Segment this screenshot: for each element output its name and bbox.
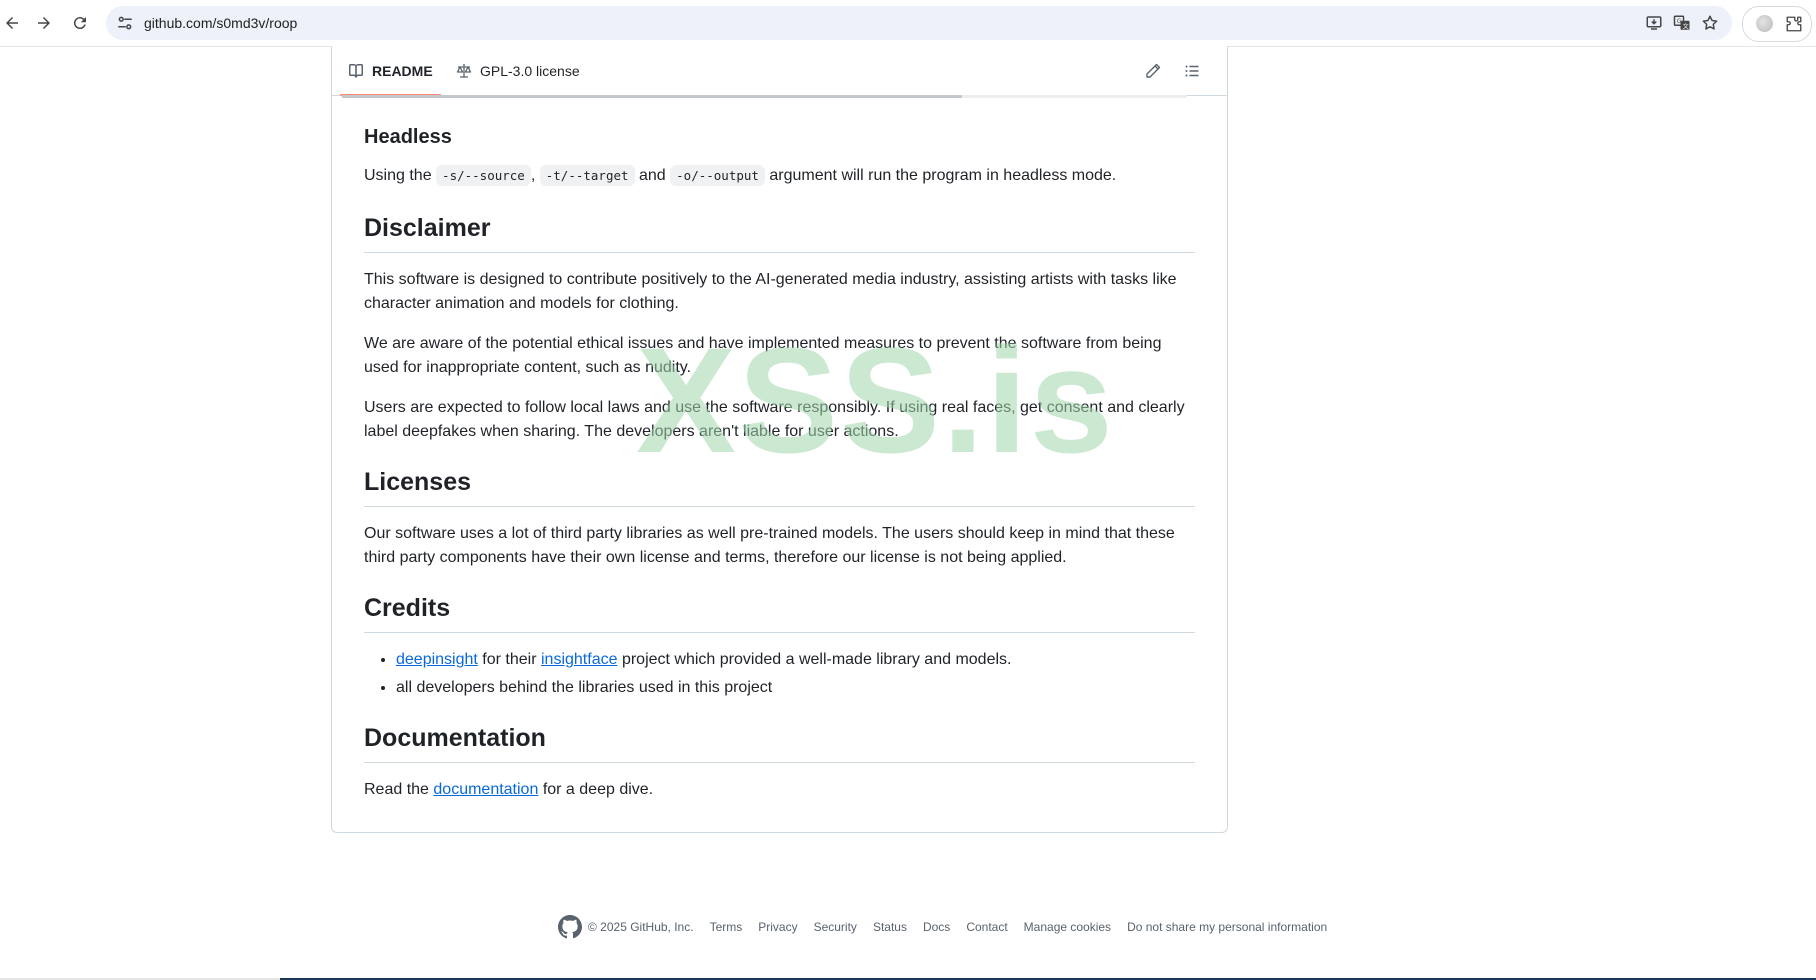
svg-text:G: G — [1677, 18, 1682, 25]
book-icon — [349, 63, 363, 77]
documentation-suffix: for a deep dive. — [542, 781, 654, 798]
tab-license-label: GPL-3.0 license — [480, 62, 580, 79]
footer-link-manage-cookies[interactable]: Manage cookies — [1024, 920, 1111, 934]
footer-link-security[interactable]: Security — [814, 920, 857, 934]
arrow-left-icon — [6, 17, 18, 29]
heading-documentation: Documentation — [364, 724, 1195, 763]
headless-and: and — [639, 167, 666, 184]
law-scale-icon — [456, 63, 472, 78]
headless-text-suffix: argument will run the program in headles… — [769, 167, 1117, 184]
tab-readme[interactable]: README — [340, 46, 441, 96]
address-bar[interactable]: github.com/s0md3v/roop G文 — [106, 6, 1732, 40]
headless-text-prefix: Using the — [364, 167, 432, 184]
list-unordered-icon — [1185, 65, 1199, 77]
code-target-arg: -t/--target — [539, 165, 635, 186]
insightface-link[interactable]: insightface — [541, 651, 618, 668]
readme-panel: README GPL-3.0 license Headless Using th… — [331, 46, 1228, 833]
heading-disclaimer: Disclaimer — [364, 214, 1195, 253]
footer-link-status[interactable]: Status — [873, 920, 907, 934]
footer-link-privacy[interactable]: Privacy — [758, 920, 797, 934]
credits-list: deepinsight for their insightface projec… — [364, 648, 1227, 704]
reload-icon — [73, 17, 86, 30]
disclaimer-paragraph-1: This software is designed to contribute … — [364, 271, 1177, 312]
code-source-arg: -s/--source — [436, 165, 531, 186]
horizontal-scrollbar-track — [962, 95, 1187, 98]
deepinsight-link[interactable]: deepinsight — [396, 651, 478, 668]
list-item: all developers behind the libraries used… — [396, 676, 1227, 700]
footer-link-docs[interactable]: Docs — [923, 920, 950, 934]
code-output-arg: -o/--output — [670, 165, 765, 186]
profile-avatar[interactable] — [1756, 15, 1773, 32]
github-logo-icon[interactable] — [558, 915, 582, 939]
translate-icon[interactable]: G文 — [1673, 14, 1691, 32]
reload-button[interactable] — [68, 11, 92, 35]
edit-file-button[interactable] — [1142, 60, 1164, 82]
tab-license[interactable]: GPL-3.0 license — [448, 46, 588, 95]
extensions-puzzle-icon[interactable] — [1785, 15, 1803, 33]
list-item: deepinsight for their insightface projec… — [396, 648, 1227, 672]
credits-item1-suffix: project which provided a well-made libra… — [621, 651, 1012, 668]
tab-readme-label: README — [372, 62, 433, 79]
footer-copyright: © 2025 GitHub, Inc. — [588, 920, 694, 934]
licenses-paragraph: Our software uses a lot of third party l… — [364, 525, 1175, 566]
forward-button[interactable] — [32, 11, 56, 35]
footer-link-contact[interactable]: Contact — [966, 920, 1007, 934]
arrow-right-icon — [38, 17, 50, 29]
heading-licenses: Licenses — [364, 468, 1195, 507]
profile-extensions-area — [1742, 6, 1812, 42]
disclaimer-paragraph-2: We are aware of the potential ethical is… — [364, 335, 1162, 376]
documentation-paragraph: Read the documentation for a deep dive. — [364, 778, 1195, 802]
disclaimer-paragraph-3: Users are expected to follow local laws … — [364, 399, 1185, 440]
heading-credits: Credits — [364, 594, 1195, 633]
heading-headless: Headless — [364, 126, 452, 148]
svg-text:文: 文 — [1683, 22, 1689, 30]
documentation-prefix: Read the — [364, 781, 429, 798]
pencil-icon — [1146, 63, 1161, 78]
horizontal-scrollbar-thumb[interactable] — [342, 95, 962, 98]
credits-item1-mid: for their — [482, 651, 537, 668]
outline-button[interactable] — [1181, 60, 1203, 82]
headless-paragraph: Using the -s/--source, -t/--target and -… — [364, 164, 1195, 188]
url-text[interactable]: github.com/s0md3v/roop — [144, 15, 297, 31]
readme-tabs: README GPL-3.0 license — [332, 46, 1227, 96]
footer-link-terms[interactable]: Terms — [710, 920, 743, 934]
site-footer: © 2025 GitHub, Inc. Terms Privacy Securi… — [558, 915, 1343, 939]
site-info-icon[interactable] — [116, 14, 134, 32]
footer-link-do-not-share[interactable]: Do not share my personal information — [1127, 920, 1327, 934]
documentation-link[interactable]: documentation — [433, 781, 538, 798]
browser-toolbar: github.com/s0md3v/roop G文 — [0, 0, 1816, 47]
bookmark-star-icon[interactable] — [1701, 14, 1719, 32]
headless-sep: , — [530, 167, 536, 184]
back-button[interactable] — [0, 11, 24, 35]
install-app-icon[interactable] — [1645, 14, 1663, 32]
